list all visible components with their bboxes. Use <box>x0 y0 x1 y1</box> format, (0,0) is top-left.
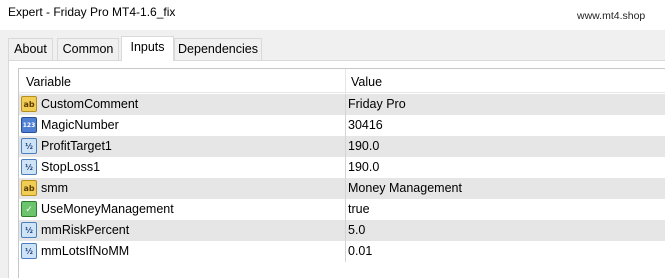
cell-divider <box>345 115 346 136</box>
table-row[interactable]: ab smm Money Management <box>19 178 665 199</box>
variable-name: smm <box>41 181 69 195</box>
table-row[interactable]: ½ mmLotsIfNoMM 0.01 <box>19 241 665 262</box>
variable-value[interactable]: 5.0 <box>348 220 365 241</box>
double-half-icon: ½ <box>21 138 37 154</box>
variable-name: UseMoneyManagement <box>41 202 174 216</box>
variable-value[interactable]: 190.0 <box>348 157 379 178</box>
variable-value[interactable]: Money Management <box>348 178 462 199</box>
variable-name: StopLoss1 <box>41 160 101 174</box>
column-header-value[interactable]: Value <box>351 69 382 93</box>
cell-divider <box>345 199 346 220</box>
table-row[interactable]: ½ mmRiskPercent 5.0 <box>19 220 665 241</box>
variable-name: mmRiskPercent <box>41 223 130 237</box>
tab-common[interactable]: Common <box>57 38 119 60</box>
variable-name: ProfitTarget1 <box>41 139 112 153</box>
string-ab-icon: ab <box>21 96 37 112</box>
cell-divider <box>345 220 346 241</box>
double-half-icon: ½ <box>21 159 37 175</box>
tab-inputs[interactable]: Inputs <box>121 36 174 61</box>
variable-name: MagicNumber <box>41 118 119 132</box>
double-half-icon: ½ <box>21 222 37 238</box>
variable-value[interactable]: true <box>348 199 370 220</box>
double-half-icon: ½ <box>21 243 37 259</box>
table-row[interactable]: ½ ProfitTarget1 190.0 <box>19 136 665 157</box>
tab-about[interactable]: About <box>8 38 53 60</box>
tab-strip: About Common Inputs Dependencies <box>8 36 665 61</box>
variable-value[interactable]: 190.0 <box>348 136 379 157</box>
inputs-grid: Variable Value ab CustomComment Friday P… <box>18 68 665 278</box>
table-row[interactable]: ½ StopLoss1 190.0 <box>19 157 665 178</box>
tab-dependencies[interactable]: Dependencies <box>174 38 262 60</box>
cell-divider <box>345 136 346 157</box>
grid-header: Variable Value <box>19 69 665 93</box>
column-header-variable[interactable]: Variable <box>26 69 71 93</box>
table-row[interactable]: ✓ UseMoneyManagement true <box>19 199 665 220</box>
variable-value[interactable]: 30416 <box>348 115 383 136</box>
table-row[interactable]: 123 MagicNumber 30416 <box>19 115 665 136</box>
title-bar: Expert - Friday Pro MT4-1.6_fix www.mt4.… <box>0 0 665 30</box>
variable-name: CustomComment <box>41 97 139 111</box>
variable-value[interactable]: Friday Pro <box>348 94 406 115</box>
variable-name: mmLotsIfNoMM <box>41 244 130 258</box>
cell-divider <box>345 157 346 178</box>
watermark-text: www.mt4.shop <box>577 10 646 22</box>
boolean-check-icon: ✓ <box>21 201 37 217</box>
string-ab-icon: ab <box>21 180 37 196</box>
cell-divider <box>345 178 346 199</box>
integer-123-icon: 123 <box>21 117 37 133</box>
table-row[interactable]: ab CustomComment Friday Pro <box>19 94 665 115</box>
cell-divider <box>345 241 346 262</box>
cell-divider <box>345 94 346 115</box>
variable-value[interactable]: 0.01 <box>348 241 372 262</box>
window-title: Expert - Friday Pro MT4-1.6_fix <box>8 5 176 19</box>
column-divider[interactable] <box>345 69 346 93</box>
